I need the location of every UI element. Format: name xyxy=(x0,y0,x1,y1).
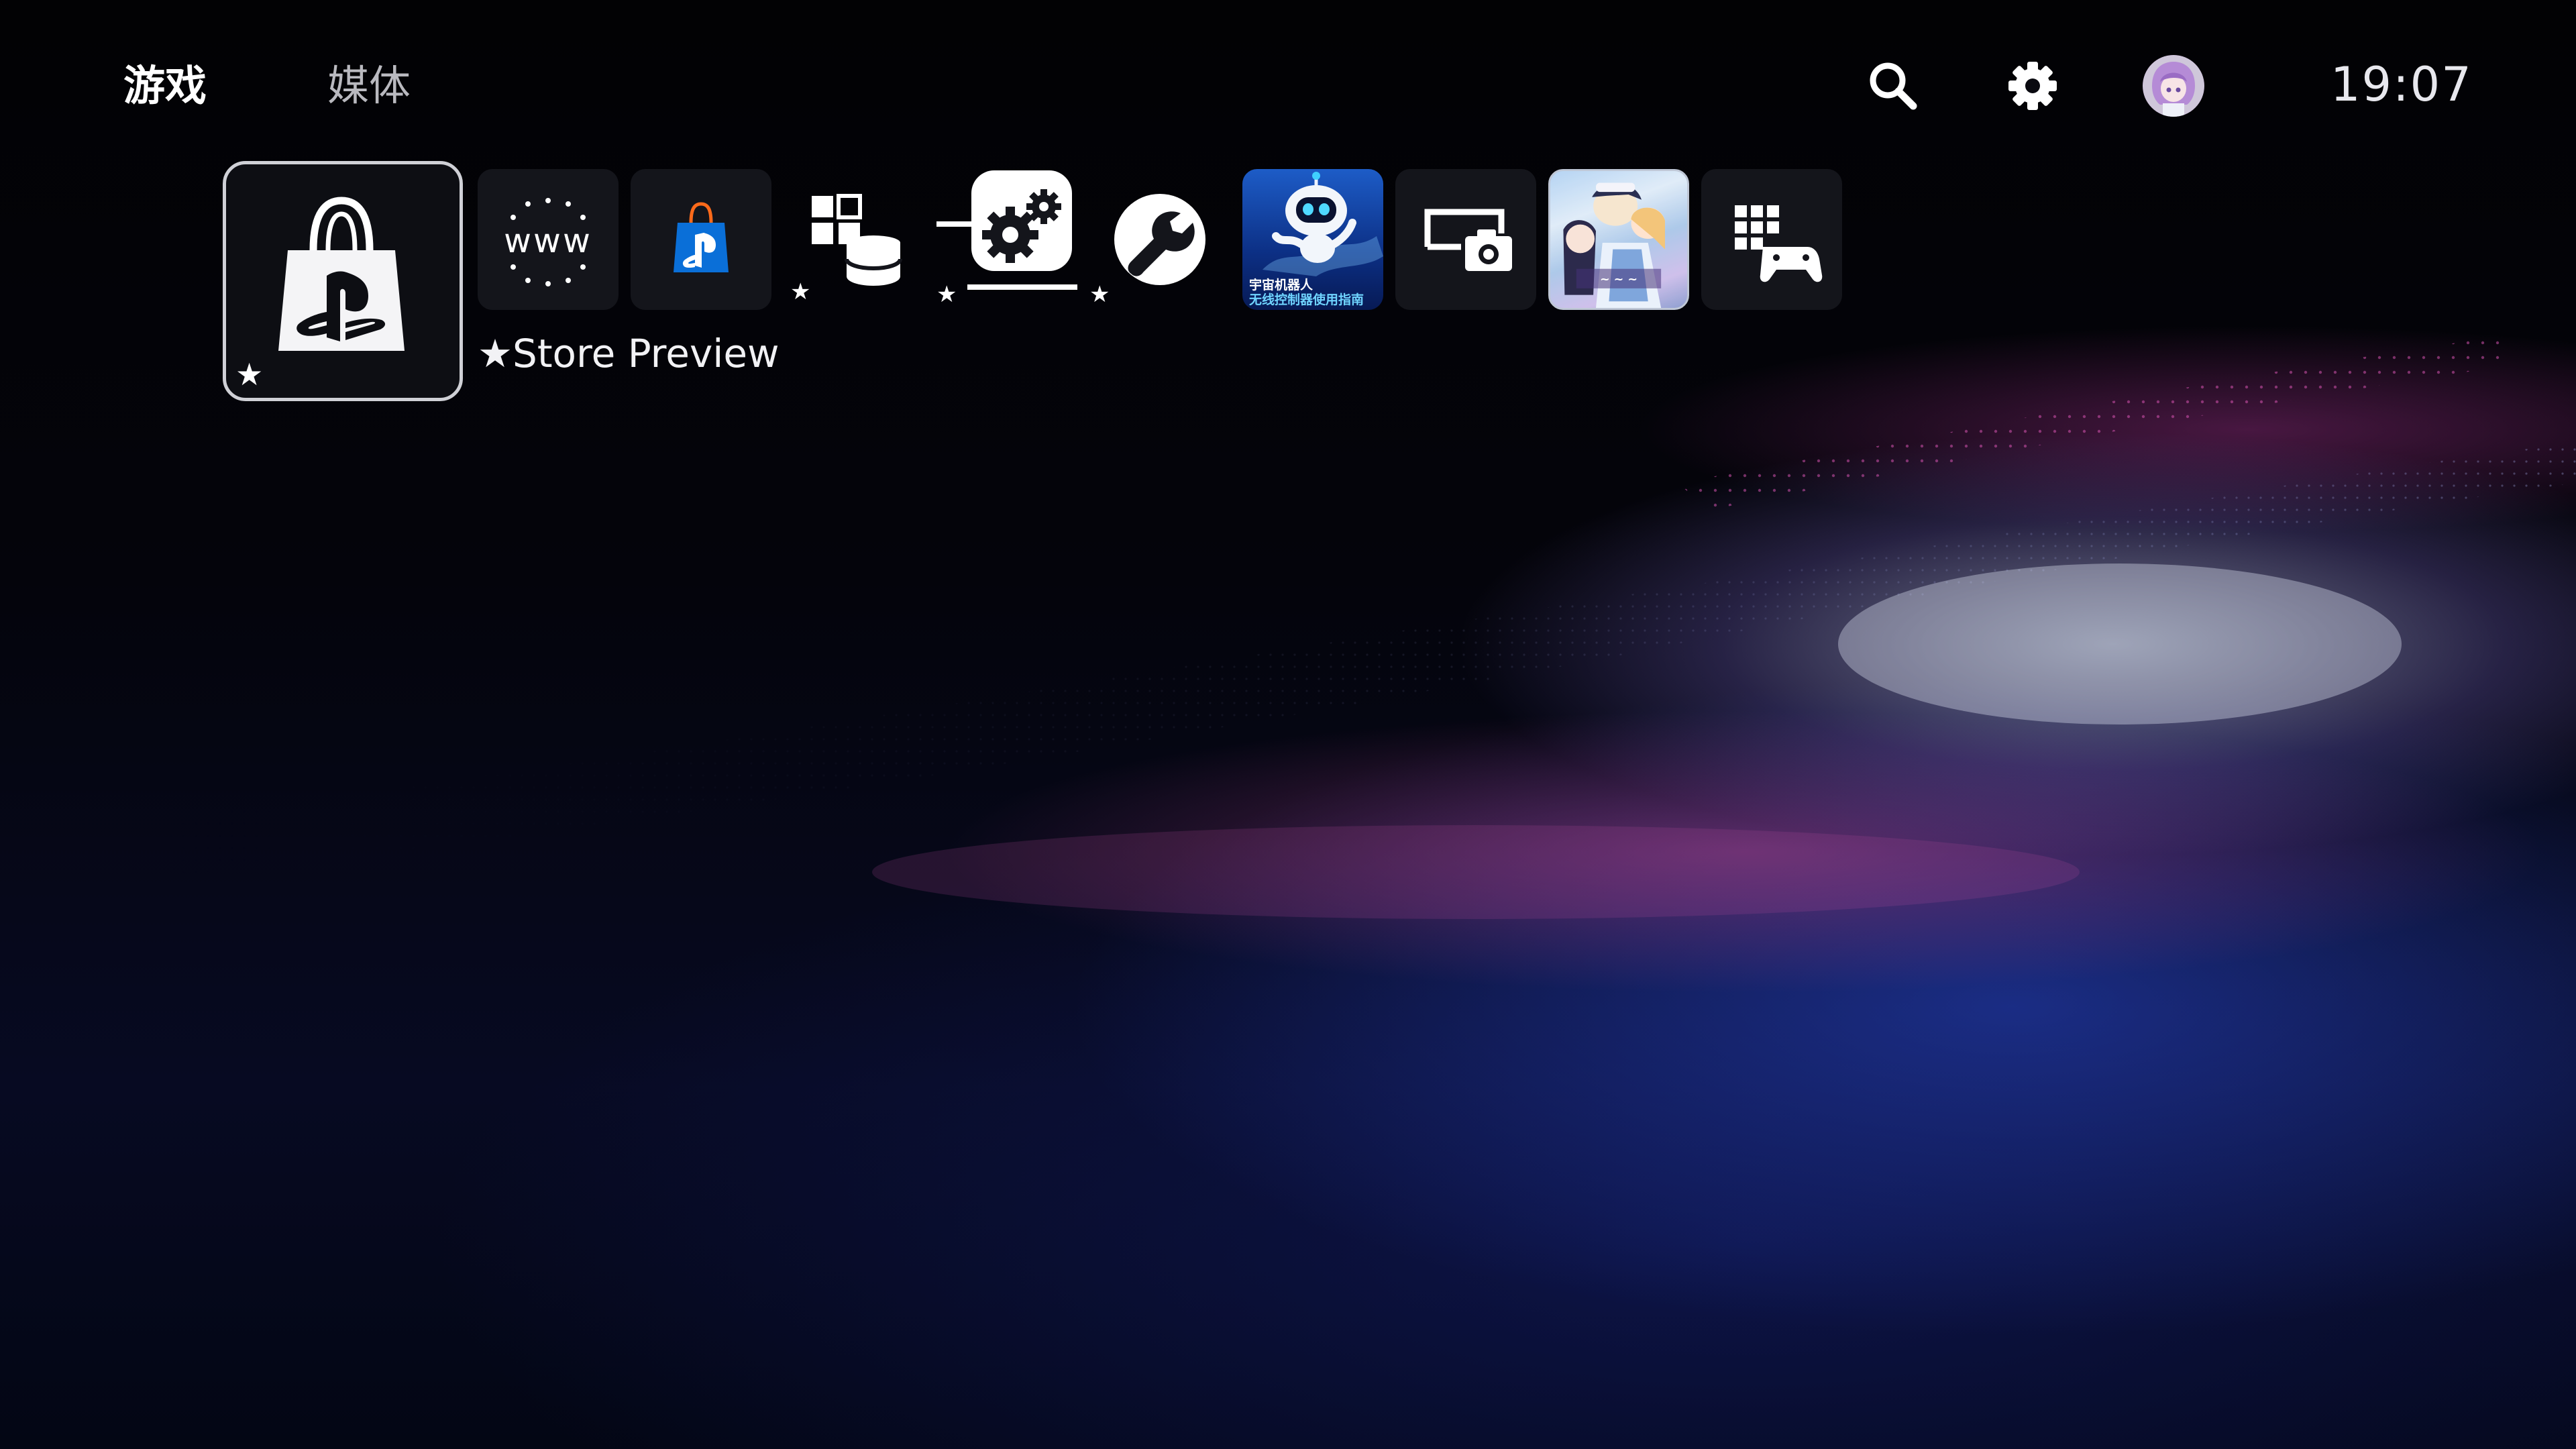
www-icon: www xyxy=(504,198,592,286)
search-button[interactable] xyxy=(1862,55,1924,117)
favorite-star-icon: ★ xyxy=(235,356,264,392)
clock: 19:07 xyxy=(2330,57,2473,112)
tile-data-transfer[interactable]: ★ xyxy=(784,169,924,310)
selected-tile-title: ★Store Preview xyxy=(478,331,780,376)
tile-game-library[interactable] xyxy=(1701,169,1842,310)
tile-astros-playroom-guide[interactable]: 宇宙机器人 无线控制器使用指南 xyxy=(1242,169,1383,310)
gears-icon xyxy=(936,170,1077,290)
settings-button[interactable] xyxy=(2002,55,2063,117)
ps-store-bag-icon xyxy=(674,202,729,272)
tile-anime-game[interactable]: ~ ~ ~ xyxy=(1548,169,1689,310)
camera-screen-icon xyxy=(1424,209,1512,271)
user-avatar[interactable] xyxy=(2143,55,2204,117)
avatar-image xyxy=(2143,55,2204,117)
tile-tools[interactable]: ★ xyxy=(1089,169,1230,310)
svg-text:~ ~ ~: ~ ~ ~ xyxy=(1600,273,1638,286)
anime-game-thumbnail: ~ ~ ~ xyxy=(1550,171,1687,308)
library-grid-controller-icon xyxy=(1735,205,1823,282)
favorite-star-icon: ★ xyxy=(790,278,811,305)
favorite-star-icon: ★ xyxy=(1089,281,1110,308)
astro-caption-1: 宇宙机器人 xyxy=(1249,278,1313,292)
astro-caption-2: 无线控制器使用指南 xyxy=(1249,292,1364,307)
gear-icon xyxy=(2008,62,2057,110)
favorite-star-icon: ★ xyxy=(936,281,957,308)
tile-system-app[interactable]: ★ xyxy=(936,169,1077,310)
home-screen: 游戏 媒体 19:07 ★ www ★ ★ ★ 宇宙机器人 无线控制器使用指南 … xyxy=(0,0,2576,1449)
tab-media[interactable]: 媒体 xyxy=(327,59,411,113)
svg-text:www: www xyxy=(504,221,592,260)
tile-store-preview[interactable]: ★ xyxy=(223,161,463,401)
tile-web-browser[interactable]: www xyxy=(478,169,619,310)
search-icon xyxy=(1870,62,1917,110)
tile-capture-gallery[interactable] xyxy=(1395,169,1536,310)
tile-playstation-store[interactable] xyxy=(631,169,771,310)
wrench-icon xyxy=(1114,194,1205,285)
tab-games[interactable]: 游戏 xyxy=(123,59,207,113)
